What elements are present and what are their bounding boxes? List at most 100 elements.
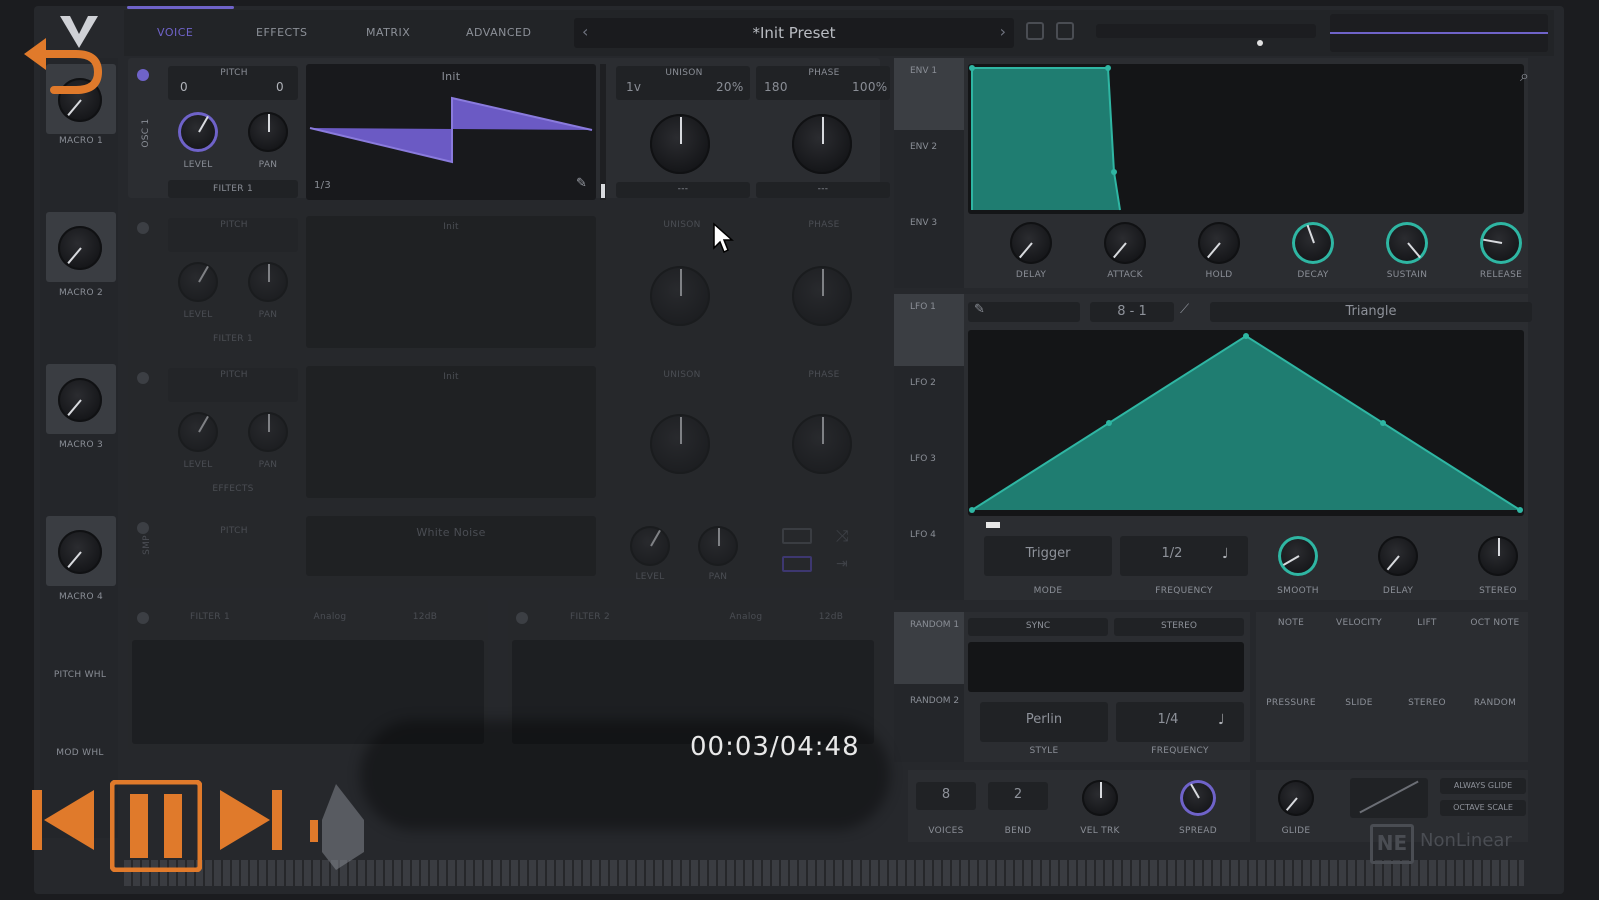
glide-knob[interactable] xyxy=(1278,780,1314,816)
menu-icon[interactable] xyxy=(1056,22,1074,40)
osc-2-pan-knob[interactable] xyxy=(248,262,288,302)
random-style-select[interactable]: Perlin xyxy=(980,702,1108,742)
lfo-frequency-value[interactable]: 1/2 xyxy=(1120,536,1248,576)
env-decay-knob[interactable] xyxy=(1292,222,1334,264)
osc-3-wavetable[interactable] xyxy=(306,366,596,498)
preset-selector[interactable]: ‹ *Init Preset › xyxy=(574,18,1014,48)
filter-1-type[interactable]: 12dB xyxy=(400,612,450,622)
osc-1-frame-handle[interactable] xyxy=(601,184,605,198)
shuffle-icon[interactable]: ⤨ xyxy=(836,526,849,546)
mod-source-velocity[interactable]: VELOCITY xyxy=(1326,618,1392,628)
osc-1-unison-mode-label[interactable]: --- xyxy=(616,184,750,194)
osc-1-pitch-tune[interactable]: 0 xyxy=(276,80,284,94)
osc-2-level-knob[interactable] xyxy=(178,262,218,302)
save-icon[interactable] xyxy=(1026,22,1044,40)
tab-lfo-3[interactable]: LFO 3 xyxy=(894,446,964,518)
tab-random-1[interactable]: RANDOM 1 xyxy=(894,612,964,684)
keytrack-icon[interactable] xyxy=(782,528,812,544)
osc-1-filter-label[interactable]: FILTER 1 xyxy=(168,184,298,194)
skip-forward-icon[interactable] xyxy=(214,784,284,856)
osc-3-phase-knob[interactable] xyxy=(792,414,852,474)
osc-2-filter-label[interactable]: FILTER 1 xyxy=(168,334,298,344)
osc-1-phase-value[interactable]: 180 xyxy=(764,80,788,94)
macro-3-knob[interactable] xyxy=(58,378,102,422)
mod-source-slide[interactable]: SLIDE xyxy=(1326,698,1392,708)
volume-slider-icon[interactable] xyxy=(300,780,370,872)
preset-name[interactable]: *Init Preset xyxy=(574,24,1014,42)
osc-1-unison-detune[interactable]: 20% xyxy=(716,80,744,94)
osc-3-output-label[interactable]: EFFECTS xyxy=(168,484,298,494)
random-sync-toggle[interactable]: SYNC xyxy=(968,618,1108,636)
env-delay-knob[interactable] xyxy=(1010,222,1052,264)
spread-knob[interactable] xyxy=(1180,780,1216,816)
osc-1-pan-knob[interactable] xyxy=(248,112,288,152)
osc-2-wavetable[interactable] xyxy=(306,216,596,348)
lfo-shape-select[interactable]: Triangle xyxy=(1210,302,1532,322)
tab-advanced[interactable]: ADVANCED xyxy=(466,26,531,39)
tab-env-3[interactable]: ENV 3 xyxy=(894,210,964,282)
osc-1-phase-mode-label[interactable]: --- xyxy=(756,184,890,194)
bend-value[interactable]: 2 xyxy=(988,782,1048,810)
mod-source-stereo[interactable]: STEREO xyxy=(1394,698,1460,708)
env-sustain-knob[interactable] xyxy=(1386,222,1428,264)
sample-name[interactable]: White Noise xyxy=(306,526,596,539)
osc-1-frame-slider[interactable] xyxy=(600,64,606,200)
paint-brush-icon[interactable]: ✎ xyxy=(974,302,985,317)
lfo-smooth-knob[interactable] xyxy=(1278,536,1318,576)
filter-1-power-toggle[interactable] xyxy=(137,612,149,624)
mod-source-note[interactable]: NOTE xyxy=(1258,618,1324,628)
osc-1-phase-random[interactable]: 100% xyxy=(852,80,888,94)
macro-4-knob[interactable] xyxy=(58,530,102,574)
osc-2-wavetable-name[interactable]: Init xyxy=(306,222,596,232)
bounce-icon[interactable]: ⇥ xyxy=(836,556,848,572)
vel-track-knob[interactable] xyxy=(1082,780,1118,816)
osc-1-unison-detune-knob[interactable] xyxy=(650,114,710,174)
osc-1-level-knob[interactable] xyxy=(178,112,218,152)
osc-1-pitch-transpose[interactable]: 0 xyxy=(180,80,188,94)
osc-3-pan-knob[interactable] xyxy=(248,412,288,452)
tab-lfo-4[interactable]: LFO 4 xyxy=(894,522,964,594)
mod-source-lift[interactable]: LIFT xyxy=(1394,618,1460,628)
octave-scale-toggle[interactable]: OCTAVE SCALE xyxy=(1440,800,1526,816)
tab-lfo-1[interactable]: LFO 1 xyxy=(894,294,964,366)
osc-3-wavetable-name[interactable]: Init xyxy=(306,372,596,382)
tab-random-2[interactable]: RANDOM 2 xyxy=(894,688,964,760)
osc-1-phase-knob[interactable] xyxy=(792,114,852,174)
note-sync-icon[interactable]: ♩ xyxy=(1222,546,1229,562)
env-hold-knob[interactable] xyxy=(1198,222,1240,264)
random-stereo-toggle[interactable]: STEREO xyxy=(1114,618,1244,636)
lfo-mode-select[interactable]: Trigger xyxy=(984,536,1112,576)
osc-1-power-toggle[interactable] xyxy=(137,69,149,81)
lfo-stereo-knob[interactable] xyxy=(1478,536,1518,576)
filter-2-power-toggle[interactable] xyxy=(516,612,528,624)
macro-2-knob[interactable] xyxy=(58,226,102,270)
tab-env-2[interactable]: ENV 2 xyxy=(894,134,964,206)
sample-level-knob[interactable] xyxy=(630,526,670,566)
osc-2-power-toggle[interactable] xyxy=(137,222,149,234)
lfo-grid-select[interactable]: 8 - 1 xyxy=(1090,302,1174,322)
osc-2-phase-knob[interactable] xyxy=(792,266,852,326)
zoom-icon[interactable]: ⌕ xyxy=(1520,66,1529,86)
volume-handle[interactable] xyxy=(1257,40,1263,46)
env-release-knob[interactable] xyxy=(1480,222,1522,264)
volume-meter[interactable] xyxy=(1096,24,1316,38)
osc-3-unison-knob[interactable] xyxy=(650,414,710,474)
edit-pencil-icon[interactable]: ✎ xyxy=(576,176,590,191)
lfo-phase-marker[interactable] xyxy=(986,522,1000,528)
skip-back-icon[interactable] xyxy=(30,784,100,856)
tab-effects[interactable]: EFFECTS xyxy=(256,26,307,39)
random-frequency-value[interactable]: 1/4 xyxy=(1116,702,1244,742)
tab-matrix[interactable]: MATRIX xyxy=(366,26,410,39)
env-attack-knob[interactable] xyxy=(1104,222,1146,264)
always-glide-toggle[interactable]: ALWAYS GLIDE xyxy=(1440,778,1526,794)
filter-1-model[interactable]: Analog xyxy=(300,612,360,622)
osc-3-level-knob[interactable] xyxy=(178,412,218,452)
mod-source-oct-note[interactable]: OCT NOTE xyxy=(1462,618,1528,628)
smooth-curve-icon[interactable]: ⟋ xyxy=(1180,302,1189,317)
chevron-right-icon[interactable]: › xyxy=(1000,22,1006,41)
undo-arrow-icon[interactable] xyxy=(20,30,104,94)
tab-voice[interactable]: VOICE xyxy=(157,26,193,39)
osc-1-unison-voices[interactable]: 1v xyxy=(626,80,641,94)
voices-value[interactable]: 8 xyxy=(916,782,976,810)
filter-2-type[interactable]: 12dB xyxy=(806,612,856,622)
